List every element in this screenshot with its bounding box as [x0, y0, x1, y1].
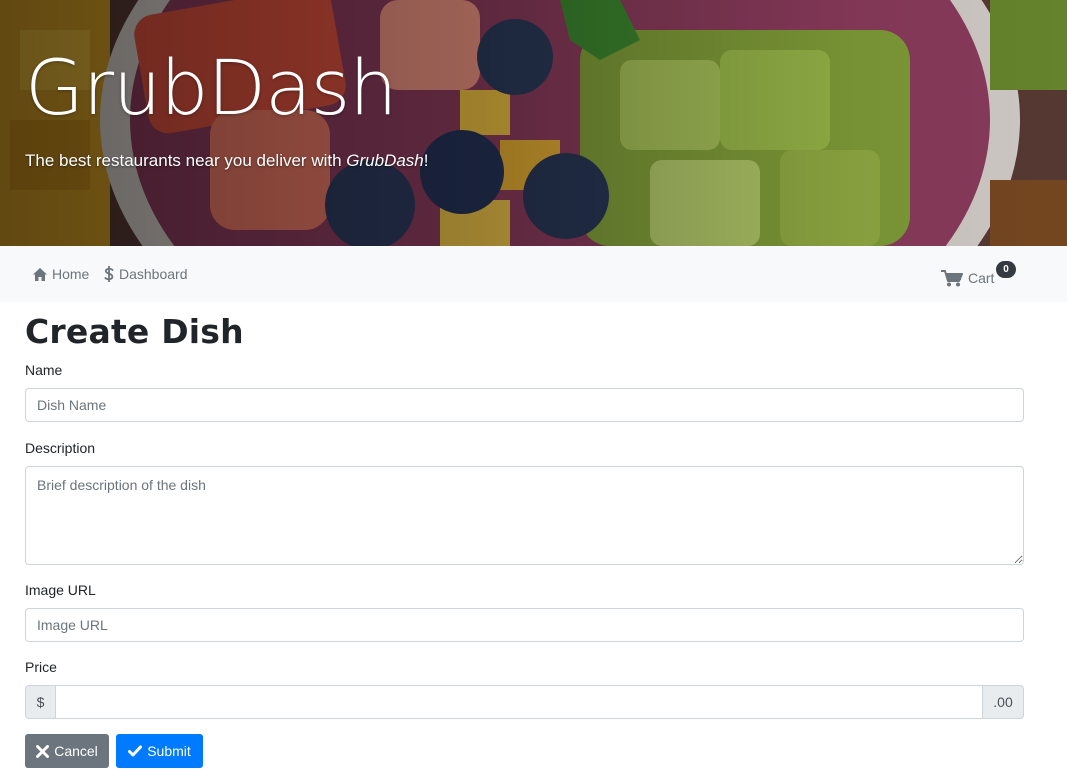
- dollar-icon: [104, 266, 114, 282]
- nav-dashboard-label: Dashboard: [119, 266, 188, 282]
- check-icon: [128, 745, 143, 757]
- image-url-label: Image URL: [25, 582, 96, 598]
- image-url-input[interactable]: [25, 608, 1024, 642]
- tagline-brand: GrubDash: [346, 151, 424, 170]
- tagline-text: The best restaurants near you deliver wi…: [25, 151, 347, 170]
- hero-banner: GrubDash The best restaurants near you d…: [0, 0, 1067, 246]
- name-label: Name: [25, 362, 63, 378]
- price-cents-suffix: .00: [982, 685, 1024, 719]
- site-tagline: The best restaurants near you deliver wi…: [25, 151, 429, 171]
- cancel-label: Cancel: [54, 743, 98, 759]
- navbar: Home Dashboard Cart: [0, 246, 1067, 302]
- cart-count-badge: 0: [996, 261, 1016, 278]
- nav-cart-link[interactable]: Cart: [941, 250, 994, 306]
- cancel-button[interactable]: Cancel: [25, 734, 109, 768]
- price-label: Price: [25, 659, 57, 675]
- dish-name-input[interactable]: [25, 388, 1024, 422]
- x-icon: [36, 744, 50, 758]
- price-input[interactable]: [56, 685, 982, 719]
- nav-cart-label: Cart: [968, 270, 995, 286]
- submit-label: Submit: [147, 743, 191, 759]
- description-textarea[interactable]: [25, 466, 1024, 565]
- nav-home-label: Home: [52, 266, 90, 282]
- page-title: Create Dish: [25, 312, 244, 351]
- nav-dashboard-link[interactable]: Dashboard: [104, 246, 188, 302]
- tagline-suffix: !: [423, 151, 429, 170]
- cart-icon: [941, 269, 963, 287]
- price-currency-prefix: $: [25, 685, 56, 719]
- site-title: GrubDash: [25, 43, 397, 132]
- price-input-group: $ .00: [25, 685, 1024, 719]
- home-icon: [33, 267, 47, 281]
- submit-button[interactable]: Submit: [116, 734, 203, 768]
- description-label: Description: [25, 440, 96, 456]
- nav-home-link[interactable]: Home: [33, 246, 89, 302]
